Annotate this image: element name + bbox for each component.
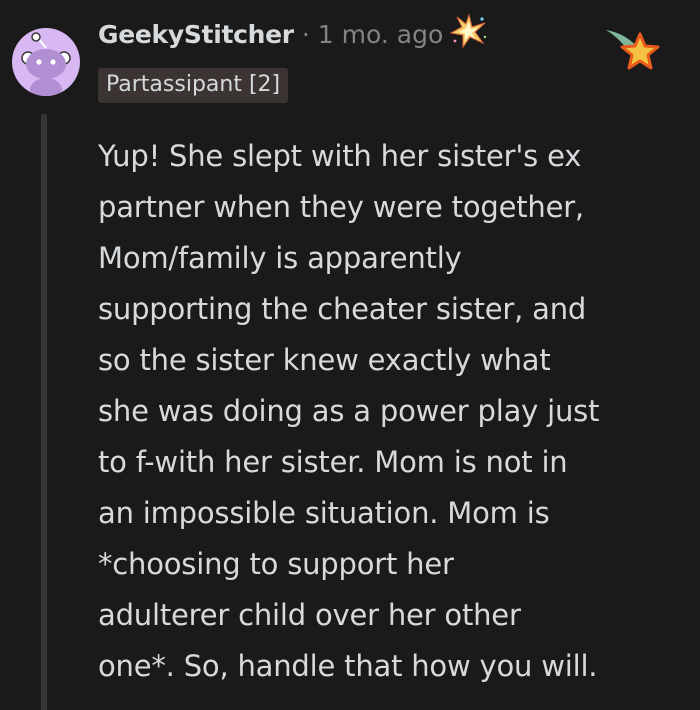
comment-body-line: one*. So, handle that how you will. — [98, 649, 598, 683]
comment-body-line: partner when they were together, — [98, 190, 584, 224]
comment-body-line: to f-with her sister. Mom is not in — [98, 445, 568, 479]
comment-body: Yup! She slept with her sister's ex part… — [98, 131, 688, 692]
user-avatar[interactable] — [12, 28, 80, 96]
user-flair: Partassipant [2] — [98, 68, 289, 103]
comment-body-line: *choosing to support her — [98, 547, 454, 581]
comment-header: GeekyStitcher · 1 mo. ago — [98, 13, 489, 55]
reddit-snoo-avatar-icon — [21, 32, 71, 96]
comment-body-line: an impossible situation. Mom is — [98, 496, 550, 530]
comment-body-line: so the sister knew exactly what — [98, 343, 551, 377]
comment-body-line: Yup! She slept with her sister's ex — [98, 139, 582, 173]
comment-body-line: adulterer child over her other — [98, 598, 521, 632]
comment-body-line: Mom/family is apparently — [98, 241, 462, 275]
comment-body-line: she was doing as a power play just — [98, 394, 600, 428]
thread-line[interactable] — [41, 114, 47, 710]
comment-card: GeekyStitcher · 1 mo. ago Partassipant [… — [0, 0, 700, 710]
meta-separator: · — [301, 19, 310, 49]
timestamp[interactable]: 1 mo. ago — [318, 20, 443, 49]
comment-body-line: supporting the cheater sister, and — [98, 292, 587, 326]
sparkle-award-icon[interactable] — [449, 13, 489, 55]
username-link[interactable]: GeekyStitcher — [98, 20, 294, 49]
star-badge-icon[interactable] — [600, 22, 662, 78]
